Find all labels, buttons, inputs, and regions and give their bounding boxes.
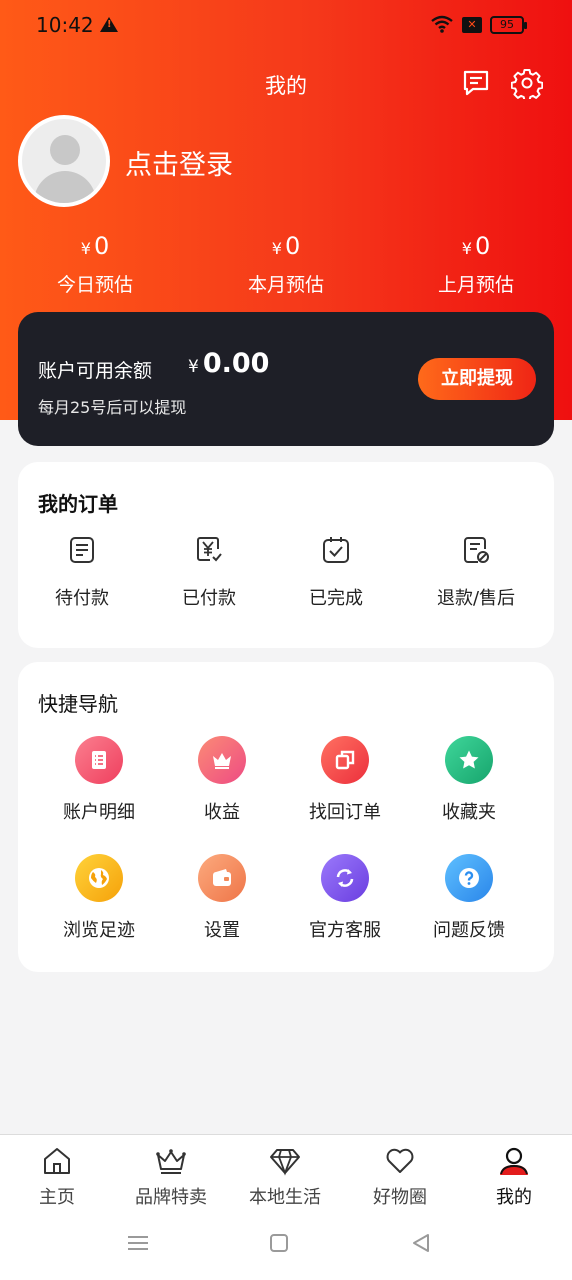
user-placeholder-icon [22, 119, 106, 203]
stat-amount: 0 [284, 232, 301, 260]
crown-icon [198, 736, 246, 784]
heart-icon [386, 1148, 414, 1173]
orders-title: 我的订单 [38, 492, 118, 516]
completed-icon [323, 537, 349, 563]
refund-icon [464, 537, 489, 563]
nav-customer-service[interactable]: 官方客服 [281, 854, 409, 942]
nav-browse-history[interactable]: 浏览足迹 [35, 854, 163, 942]
nav-label: 收藏夹 [442, 802, 496, 823]
tab-mine[interactable]: 我的 [457, 1145, 571, 1209]
tab-label: 本地生活 [249, 1187, 321, 1208]
nav-label: 账户明细 [63, 802, 135, 823]
tab-local-life[interactable]: 本地生活 [228, 1145, 342, 1209]
my-orders-card: 我的订单 待付款 已付款 已完成 退款/售后 [18, 462, 554, 648]
balance-card: 账户可用余额 ¥0.00 每月25号后可以提现 立即提现 [18, 312, 554, 446]
back-icon[interactable] [410, 1232, 432, 1254]
order-label: 已付款 [182, 588, 236, 609]
tab-good-circle[interactable]: 好物圈 [343, 1145, 457, 1209]
balance-amount: ¥0.00 [188, 348, 270, 379]
tab-label: 主页 [39, 1187, 75, 1208]
order-label: 待付款 [55, 588, 109, 609]
tab-label: 我的 [496, 1187, 532, 1208]
nav-label: 收益 [204, 802, 240, 823]
battery-icon: 95 [490, 16, 527, 34]
stat-amount: 0 [474, 232, 491, 260]
account-detail-icon [75, 736, 123, 784]
stat-amount: 0 [93, 232, 110, 260]
wallet-icon [198, 854, 246, 902]
tab-home[interactable]: 主页 [0, 1145, 114, 1209]
system-nav-bar [0, 1222, 572, 1262]
balance-label: 账户可用余额 [38, 360, 153, 382]
login-link[interactable]: 点击登录 [125, 143, 233, 182]
order-completed[interactable]: 已完成 [272, 534, 400, 610]
balance-note: 每月25号后可以提现 [38, 398, 187, 417]
stat-label: 本月预估 [247, 274, 324, 296]
question-icon [445, 854, 493, 902]
nav-label: 设置 [204, 920, 240, 941]
nav-settings[interactable]: 设置 [158, 854, 286, 942]
quick-nav-title: 快捷导航 [38, 692, 118, 716]
tab-label: 品牌特卖 [135, 1187, 207, 1208]
tab-brand-sale[interactable]: 品牌特卖 [114, 1145, 228, 1209]
nav-account-detail[interactable]: 账户明细 [35, 736, 163, 824]
order-refund[interactable]: 退款/售后 [412, 534, 540, 610]
stat-this-month: ¥0 本月预估 [211, 232, 361, 297]
globe-icon [75, 854, 123, 902]
star-icon [445, 736, 493, 784]
user-icon [500, 1147, 528, 1175]
nav-earnings[interactable]: 收益 [158, 736, 286, 824]
nav-label: 问题反馈 [433, 920, 505, 941]
message-icon[interactable] [461, 68, 491, 98]
order-label: 退款/售后 [436, 588, 516, 609]
warning-icon [100, 17, 118, 32]
order-paid[interactable]: 已付款 [145, 534, 273, 610]
stat-label: 今日预估 [56, 274, 133, 296]
sim-icon: ✕ [462, 17, 482, 33]
retrieve-order-icon [321, 736, 369, 784]
nav-label: 找回订单 [309, 802, 381, 823]
quick-nav-card: 快捷导航 账户明细 收益 找回订单 收藏夹 浏览足迹 设置 官方客服 问题反馈 [18, 662, 554, 972]
home-button-icon[interactable] [270, 1234, 288, 1252]
pending-payment-icon [70, 537, 94, 563]
tab-label: 好物圈 [373, 1187, 427, 1208]
home-icon [44, 1148, 70, 1174]
nav-retrieve-order[interactable]: 找回订单 [281, 736, 409, 824]
withdraw-button[interactable]: 立即提现 [418, 358, 536, 400]
paid-icon [197, 537, 222, 562]
nav-label: 浏览足迹 [63, 920, 135, 941]
stat-last-month: ¥0 上月预估 [401, 232, 551, 297]
status-time: 10:42 [36, 13, 94, 37]
nav-feedback[interactable]: 问题反馈 [405, 854, 533, 942]
nav-label: 官方客服 [309, 920, 381, 941]
nav-favorites[interactable]: 收藏夹 [405, 736, 533, 824]
stat-label: 上月预估 [437, 274, 514, 296]
avatar[interactable] [18, 115, 110, 207]
crown-icon [156, 1149, 186, 1174]
gear-icon[interactable] [511, 67, 543, 99]
stat-today: ¥0 今日预估 [20, 232, 170, 297]
wifi-icon [431, 15, 453, 33]
order-pending-payment[interactable]: 待付款 [18, 534, 146, 610]
order-label: 已完成 [309, 588, 363, 609]
refresh-icon [321, 854, 369, 902]
status-bar: 10:42 ✕ 95 [0, 0, 572, 52]
menu-icon[interactable] [128, 1236, 148, 1250]
diamond-icon [270, 1149, 300, 1176]
